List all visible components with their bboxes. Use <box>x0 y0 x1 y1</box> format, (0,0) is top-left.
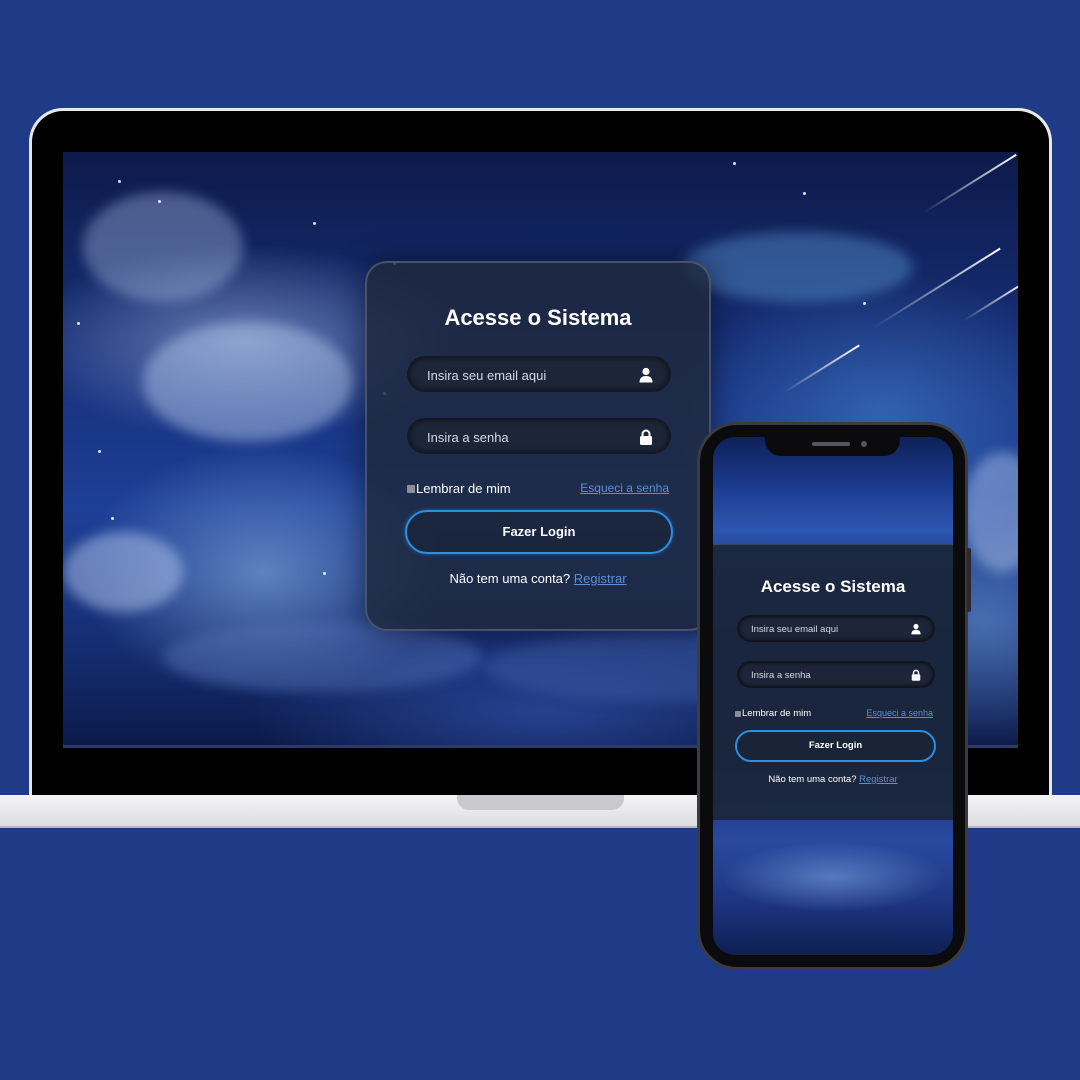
mobile-forgot-password-link[interactable]: Esqueci a senha <box>866 708 933 718</box>
mobile-remember-me[interactable]: Lembrar de mim <box>735 708 811 719</box>
cloud <box>683 232 913 302</box>
meteor <box>922 153 1017 214</box>
laptop-notch <box>457 795 624 810</box>
mobile-login-card: Acesse o Sistema Insira seu email aqui I… <box>713 544 953 820</box>
phone-speaker <box>812 442 850 446</box>
mobile-signup-prompt: Não tem uma conta? <box>768 774 857 785</box>
signup-row: Não tem uma conta? Registrar <box>367 571 709 586</box>
login-button[interactable]: Fazer Login <box>405 510 673 554</box>
remember-label: Lembrar de mim <box>416 481 511 496</box>
login-title: Acesse o Sistema <box>444 305 632 330</box>
star <box>733 162 736 165</box>
meteor <box>782 344 860 394</box>
desktop-login-card: Acesse o Sistema Insira seu email aqui I… <box>365 261 711 631</box>
phone-notch <box>765 437 900 456</box>
remember-checkbox[interactable] <box>407 484 415 493</box>
mobile-login-button[interactable]: Fazer Login <box>735 730 936 762</box>
lock-icon <box>640 429 652 445</box>
mobile-register-link[interactable]: Registrar <box>859 774 898 785</box>
lock-icon <box>911 669 921 681</box>
password-field[interactable]: Insira a senha <box>407 418 671 454</box>
phone-camera <box>861 441 867 447</box>
cloud <box>143 322 353 442</box>
mobile-login-title: Acesse o Sistema <box>760 577 906 596</box>
signup-prompt: Não tem uma conta? <box>449 571 571 586</box>
star <box>158 200 161 203</box>
mobile-remember-label: Lembrar de mim <box>742 708 812 719</box>
star <box>98 450 101 453</box>
user-icon <box>911 623 921 635</box>
remember-me[interactable]: Lembrar de mim <box>407 481 511 496</box>
meteor <box>962 283 1018 322</box>
star <box>77 322 80 325</box>
cloud <box>83 192 243 302</box>
forgot-password-link[interactable]: Esqueci a senha <box>580 481 669 495</box>
mobile-signup-row: Não tem uma conta? Registrar <box>713 774 953 785</box>
email-field[interactable]: Insira seu email aqui <box>407 356 671 392</box>
password-placeholder: Insira a senha <box>427 430 509 445</box>
star <box>323 572 326 575</box>
cloud <box>163 622 483 692</box>
mobile-remember-checkbox[interactable] <box>735 710 741 717</box>
star <box>111 517 114 520</box>
phone-side-button <box>967 548 971 612</box>
register-link[interactable]: Registrar <box>574 571 627 586</box>
star <box>118 180 121 183</box>
mobile-password-placeholder: Insira a senha <box>751 670 811 681</box>
mobile-password-field[interactable]: Insira a senha <box>737 661 935 688</box>
user-icon <box>639 367 653 383</box>
star <box>803 192 806 195</box>
cloud <box>963 452 1018 572</box>
email-placeholder: Insira seu email aqui <box>427 368 547 383</box>
cloud <box>63 532 183 612</box>
mobile-email-placeholder: Insira seu email aqui <box>751 624 839 635</box>
star <box>863 302 866 305</box>
star <box>313 222 316 225</box>
mobile-email-field[interactable]: Insira seu email aqui <box>737 615 935 642</box>
